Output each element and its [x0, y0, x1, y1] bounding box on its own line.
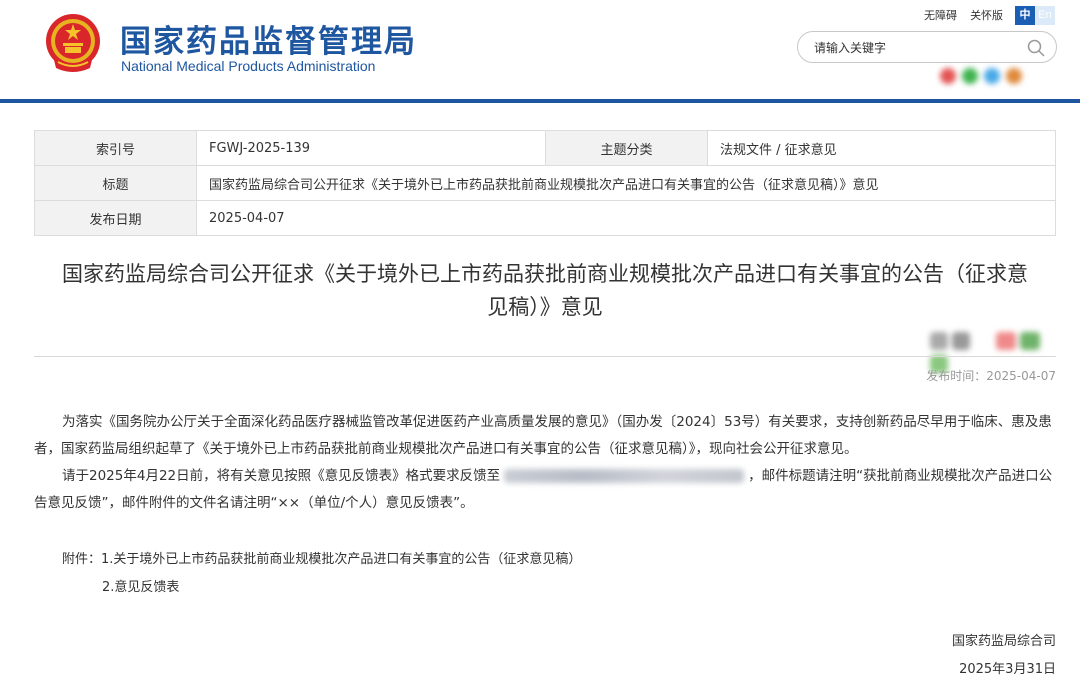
signature-date: 2025年3月31日 [959, 662, 1056, 677]
attachment-row-2: 2.意见反馈表 [62, 574, 581, 602]
signature-org: 国家药监局综合司 [951, 634, 1056, 649]
title-divider [34, 356, 1056, 357]
site-header: 国家药品监督管理局 National Medical Products Admi… [0, 0, 1080, 100]
article-title-line1: 国家药监局综合司公开征求《关于境外已上市药品获批前商业规模批次产品进口有关事宜的… [62, 262, 1028, 286]
wechat-icon[interactable] [962, 68, 978, 84]
attachment-link-1[interactable]: 1.关于境外已上市药品获批前商业规模批次产品进口有关事宜的公告（征求意见稿） [101, 552, 581, 567]
wechat-share-icon[interactable] [1020, 332, 1040, 350]
attachments: 附件：1.关于境外已上市药品获批前商业规模批次产品进口有关事宜的公告（征求意见稿… [62, 546, 581, 602]
title-label: 标题 [34, 165, 197, 201]
weibo-share-icon[interactable] [996, 332, 1016, 350]
social-share-icons[interactable] [940, 66, 1055, 86]
publish-time: 发布时间：2025-04-07 [926, 369, 1056, 383]
weibo-icon[interactable] [940, 68, 956, 84]
search-input[interactable] [814, 38, 1014, 58]
redacted-email [504, 469, 745, 483]
site-title-cn[interactable]: 国家药品监督管理局 [120, 16, 417, 61]
site-title-en[interactable]: National Medical Products Administration [121, 58, 375, 74]
body-paragraph-1: 为落实《国务院办公厅关于全面深化药品医疗器械监管改革促进医药产业高质量发展的意见… [34, 414, 1052, 457]
document-meta-table: 索引号 FGWJ-2025-139 主题分类 法规文件 / 征求意见 标题 国家… [34, 130, 1056, 236]
category-value: 法规文件 / 征求意见 [707, 130, 1056, 166]
lang-zh-button[interactable]: 中 [1015, 6, 1035, 25]
table-row: 索引号 FGWJ-2025-139 主题分类 法规文件 / 征求意见 [34, 130, 1056, 166]
date-value: 2025-04-07 [196, 200, 1056, 236]
body-paragraph-2: 请于2025年4月22日前，将有关意见按照《意见反馈表》格式要求反馈至 ，邮件标题… [34, 463, 1056, 517]
search-icon[interactable] [1026, 38, 1046, 58]
share-toolbar[interactable] [930, 332, 1060, 373]
print-icon[interactable] [952, 332, 970, 350]
accessibility-link[interactable]: 无障碍 [924, 10, 957, 22]
search-box [797, 31, 1057, 63]
national-emblem-icon[interactable] [44, 12, 102, 74]
attachment-label: 附件： [62, 552, 102, 567]
article-title-line2: 见稿）》意见 [487, 295, 603, 319]
article-title: 国家药监局综合司公开征求《关于境外已上市药品获批前商业规模批次产品进口有关事宜的… [34, 258, 1056, 324]
app-icon[interactable] [984, 68, 1000, 84]
header-divider [0, 99, 1080, 103]
elder-mode-link[interactable]: 关怀版 [970, 10, 1003, 22]
category-label: 主题分类 [545, 130, 708, 166]
index-value: FGWJ-2025-139 [196, 130, 546, 166]
utility-links: 无障碍 关怀版 [924, 7, 1013, 23]
body-paragraph-2-before: 请于2025年4月22日前，将有关意见按照《意见反馈表》格式要求反馈至 [62, 468, 501, 484]
date-label: 发布日期 [34, 200, 197, 236]
rss-icon[interactable] [1006, 68, 1022, 84]
table-row: 发布日期 2025-04-07 [34, 200, 1056, 236]
font-size-icon[interactable] [930, 332, 948, 350]
table-row: 标题 国家药监局综合司公开征求《关于境外已上市药品获批前商业规模批次产品进口有关… [34, 165, 1056, 201]
article-body: 为落实《国务院办公厅关于全面深化药品医疗器械监管改革促进医药产业高质量发展的意见… [34, 409, 1056, 517]
lang-en-button[interactable]: En [1035, 6, 1055, 25]
index-label: 索引号 [34, 130, 197, 166]
attachment-link-2[interactable]: 2.意见反馈表 [102, 580, 179, 595]
title-value: 国家药监局综合司公开征求《关于境外已上市药品获批前商业规模批次产品进口有关事宜的… [196, 165, 1056, 201]
attachment-row-1: 附件：1.关于境外已上市药品获批前商业规模批次产品进口有关事宜的公告（征求意见稿… [62, 546, 581, 574]
